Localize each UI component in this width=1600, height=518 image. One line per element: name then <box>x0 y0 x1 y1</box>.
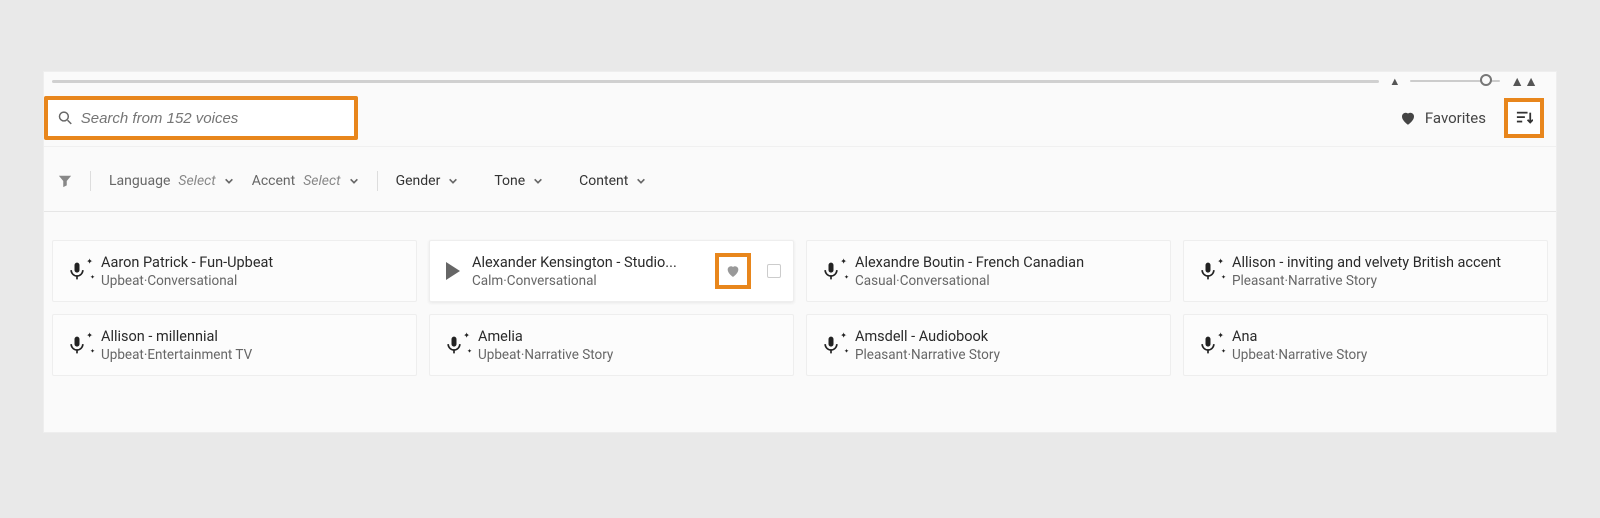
language-value: Select <box>178 173 215 189</box>
divider <box>377 171 378 191</box>
search-box[interactable] <box>44 96 358 140</box>
voice-subtitle: Upbeat·Narrative Story <box>1232 347 1535 363</box>
search-input[interactable] <box>81 110 344 127</box>
zoom-knob[interactable] <box>1480 74 1492 86</box>
filter-icon[interactable] <box>58 174 72 188</box>
mic-icon: ✦✦ <box>819 333 843 357</box>
mic-icon: ✦✦ <box>442 333 466 357</box>
zoom-in-icon: ▲▲ <box>1510 73 1538 90</box>
voice-card[interactable]: ✦✦ Allison - inviting and velvety Britis… <box>1183 240 1548 302</box>
chevron-down-icon <box>448 176 458 186</box>
filter-row: Language Select Accent Select Gender Ton… <box>44 146 1556 212</box>
mic-icon: ✦✦ <box>65 333 89 357</box>
voice-subtitle: Calm·Conversational <box>472 273 703 289</box>
voice-subtitle: Upbeat·Entertainment TV <box>101 347 404 363</box>
gender-label: Gender <box>396 173 441 189</box>
voice-title: Alexandre Boutin - French Canadian <box>855 254 1158 271</box>
voice-card[interactable]: ✦✦ Amelia Upbeat·Narrative Story <box>429 314 794 376</box>
language-filter[interactable]: Language Select <box>109 173 234 189</box>
voice-browser-panel: ▲ ▲▲ Favorites <box>44 72 1556 432</box>
content-label: Content <box>579 173 628 189</box>
search-icon <box>58 110 73 126</box>
voice-title: Allison - millennial <box>101 328 404 345</box>
voice-card[interactable]: ✦✦ Allison - millennial Upbeat·Entertain… <box>52 314 417 376</box>
mic-icon: ✦✦ <box>65 259 89 283</box>
content-filter[interactable]: Content <box>579 173 646 189</box>
language-label: Language <box>109 173 170 189</box>
tone-filter[interactable]: Tone <box>494 173 543 189</box>
voice-title: Amsdell - Audiobook <box>855 328 1158 345</box>
mic-icon: ✦✦ <box>819 259 843 283</box>
zoom-track[interactable] <box>1410 80 1500 82</box>
voice-title: Ana <box>1232 328 1535 345</box>
chevron-down-icon <box>224 176 234 186</box>
voice-subtitle: Casual·Conversational <box>855 273 1158 289</box>
voice-title: Alexander Kensington - Studio... <box>472 254 703 271</box>
mic-icon: ✦✦ <box>1196 333 1220 357</box>
search-row: Favorites <box>44 90 1556 146</box>
tone-label: Tone <box>494 173 525 189</box>
voice-subtitle: Pleasant·Narrative Story <box>1232 273 1535 289</box>
heart-icon <box>725 263 741 279</box>
accent-filter[interactable]: Accent Select <box>252 173 359 189</box>
voice-title: Allison - inviting and velvety British a… <box>1232 254 1535 271</box>
favorites-toggle[interactable]: Favorites <box>1391 105 1494 131</box>
favorites-label: Favorites <box>1425 109 1486 127</box>
divider <box>90 171 91 191</box>
zoom-control[interactable]: ▲ ▲▲ <box>1389 73 1548 90</box>
favorite-button[interactable] <box>715 253 751 289</box>
zoom-out-icon: ▲ <box>1389 75 1400 88</box>
chevron-down-icon <box>533 176 543 186</box>
gender-filter[interactable]: Gender <box>396 173 459 189</box>
heart-icon <box>1399 109 1417 127</box>
voice-card[interactable]: Alexander Kensington - Studio... Calm·Co… <box>429 240 794 302</box>
select-checkbox[interactable] <box>767 264 781 278</box>
play-icon[interactable] <box>446 262 460 280</box>
sort-icon <box>1515 110 1533 126</box>
voice-title: Aaron Patrick - Fun-Upbeat <box>101 254 404 271</box>
scrub-line <box>52 80 1379 83</box>
accent-label: Accent <box>252 173 296 189</box>
voice-card[interactable]: ✦✦ Alexandre Boutin - French Canadian Ca… <box>806 240 1171 302</box>
voice-subtitle: Upbeat·Narrative Story <box>478 347 781 363</box>
voice-subtitle: Upbeat·Conversational <box>101 273 404 289</box>
chevron-down-icon <box>349 176 359 186</box>
mic-icon: ✦✦ <box>1196 259 1220 283</box>
accent-value: Select <box>303 173 340 189</box>
top-strip: ▲ ▲▲ <box>44 72 1556 90</box>
voice-card[interactable]: ✦✦ Ana Upbeat·Narrative Story <box>1183 314 1548 376</box>
chevron-down-icon <box>636 176 646 186</box>
voice-title: Amelia <box>478 328 781 345</box>
voice-grid: ✦✦ Aaron Patrick - Fun-Upbeat Upbeat·Con… <box>44 212 1556 386</box>
voice-card[interactable]: ✦✦ Aaron Patrick - Fun-Upbeat Upbeat·Con… <box>52 240 417 302</box>
sort-button[interactable] <box>1504 98 1544 138</box>
voice-card[interactable]: ✦✦ Amsdell - Audiobook Pleasant·Narrativ… <box>806 314 1171 376</box>
voice-subtitle: Pleasant·Narrative Story <box>855 347 1158 363</box>
